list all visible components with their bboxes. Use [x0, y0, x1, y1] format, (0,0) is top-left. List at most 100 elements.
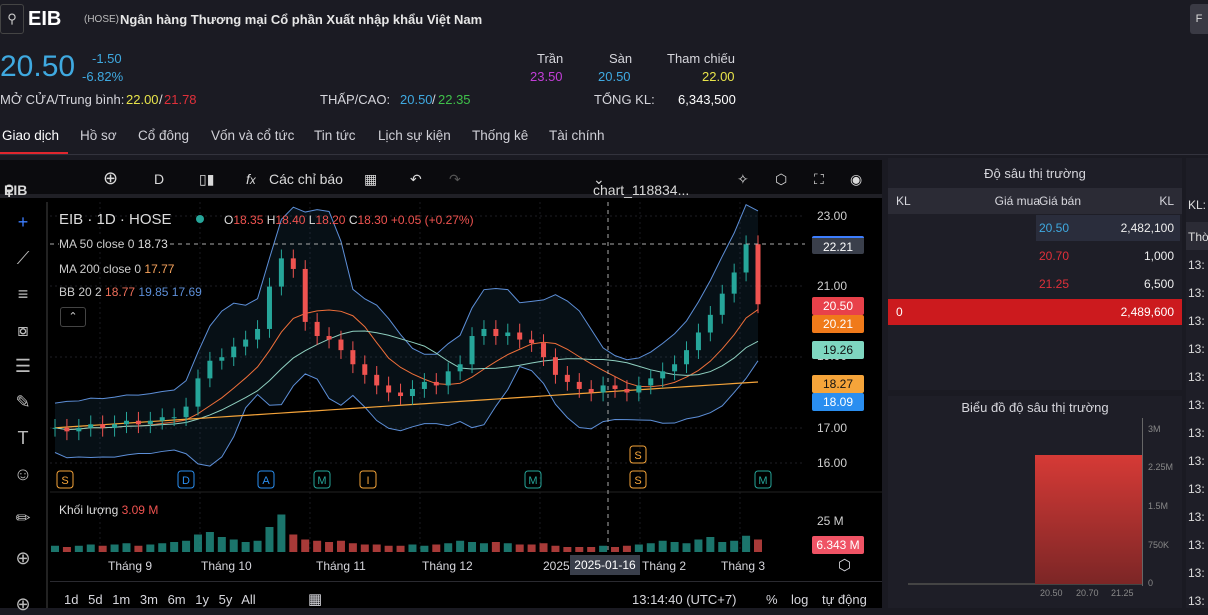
candle	[171, 417, 177, 419]
depth-total-row: 0 2,489,600	[888, 299, 1182, 325]
volume-bar	[670, 542, 679, 552]
candle	[398, 392, 404, 397]
floor-price: 20.50	[598, 69, 631, 84]
col-ask-price: Giá bán	[1039, 194, 1082, 208]
volume-bar	[634, 544, 643, 552]
volume-bar	[360, 544, 369, 552]
ceiling-price: 23.50	[530, 69, 563, 84]
ref-price: 22.00	[702, 69, 735, 84]
candle	[743, 244, 749, 273]
log-toggle[interactable]: log	[791, 592, 808, 607]
depth-title: Độ sâu thị trường	[984, 166, 1086, 181]
collapse-legend-button[interactable]: ⌃	[60, 307, 86, 327]
range-1y[interactable]: 1y	[195, 592, 209, 607]
ask-vol: 6,500	[1143, 277, 1174, 291]
candle	[505, 332, 511, 337]
volume-bar	[122, 543, 131, 552]
depth-row: 20.50 2,482,100	[888, 215, 1182, 241]
candle	[457, 364, 463, 372]
candle	[695, 332, 701, 351]
trade-log-time: 13:	[1188, 286, 1205, 300]
corner-button[interactable]: F	[1190, 4, 1208, 34]
candle	[338, 339, 344, 351]
depth-y-tick: 0	[1148, 578, 1154, 588]
event-marker-label: S	[634, 475, 641, 487]
volume-bar	[62, 547, 71, 552]
trade-log-kl: KL:	[1188, 198, 1207, 212]
volume-last-label: 6.343 M	[812, 536, 864, 554]
search-button[interactable]: ⚲	[0, 4, 24, 34]
high-price: 22.35	[438, 92, 471, 107]
total-vol: 6,343,500	[678, 92, 736, 107]
ask-price: 20.70	[1039, 249, 1070, 263]
event-marker-label: D	[182, 475, 190, 487]
axis-settings-icon[interactable]: ⬡	[838, 556, 851, 574]
candle	[231, 346, 237, 358]
candle	[314, 321, 320, 337]
tab-thong-ke[interactable]: Thống kê	[472, 128, 528, 143]
volume-bar	[229, 539, 238, 552]
range-5y[interactable]: 5y	[219, 592, 233, 607]
volume-bar	[599, 545, 608, 552]
candle	[648, 378, 654, 386]
candle	[672, 364, 678, 372]
time-tick: Tháng 10	[201, 559, 252, 573]
tab-von-co-tuc[interactable]: Vốn và cổ tức	[211, 128, 294, 143]
candle	[433, 381, 439, 386]
volume-bar	[253, 540, 262, 552]
range-5d[interactable]: 5d	[88, 592, 102, 607]
ma50-legend[interactable]: MA 50 close 0 18.73	[59, 237, 168, 251]
trade-log-header: Thờ	[1188, 230, 1208, 244]
bb-legend[interactable]: BB 20 2 18.77 19.85 17.69	[59, 285, 202, 299]
range-6m[interactable]: 6m	[168, 592, 186, 607]
tab-tin-tuc[interactable]: Tin tức	[314, 128, 356, 143]
ask-depth-bar	[1035, 455, 1142, 584]
open-avg-label: MỞ CỬA/Trung bình:	[0, 92, 125, 107]
depth-y-tick: 2.25M	[1148, 462, 1174, 472]
floor-label: Sàn	[609, 51, 633, 66]
ask-price: 21.25	[1039, 277, 1070, 291]
trade-log-time: 13:	[1188, 258, 1205, 272]
volume-bar	[98, 545, 107, 552]
volume-bar	[289, 534, 298, 552]
depth-y-tick: 750K	[1148, 540, 1170, 550]
tab-lich-su-kien[interactable]: Lịch sự kiện	[378, 128, 451, 143]
auto-toggle[interactable]: tự động	[822, 592, 867, 607]
tab-giao-dich[interactable]: Giao dịch	[2, 128, 59, 143]
trade-log-panel: KL: Thờ 13: 13: 13: 13: 13: 13: 13: 13: 13: 13: 13…	[1186, 158, 1208, 608]
depth-chart-panel: Biểu đồ độ sâu thị trường 3M 2.25M 1.5M …	[888, 396, 1182, 608]
goto-date-icon[interactable]: ▦	[308, 590, 322, 608]
trade-log-time: 13:	[1188, 342, 1205, 356]
ask-vol: 1,000	[1143, 249, 1174, 263]
volume-bar	[587, 547, 596, 552]
range-3m[interactable]: 3m	[140, 592, 158, 607]
candle	[541, 343, 547, 358]
volume-bar	[563, 547, 572, 552]
tab-ho-so[interactable]: Hồ sơ	[80, 128, 117, 143]
candle	[112, 424, 118, 428]
candle	[576, 381, 582, 389]
range-all[interactable]: All	[241, 592, 255, 607]
volume-bar	[575, 547, 584, 552]
candle	[517, 332, 523, 340]
percent-toggle[interactable]: %	[766, 592, 778, 607]
range-1m[interactable]: 1m	[112, 592, 130, 607]
range-1d[interactable]: 1d	[64, 592, 78, 607]
volume-bar	[396, 545, 405, 552]
price-tick: 17.00	[817, 421, 848, 435]
trade-log-time: 13:	[1188, 566, 1205, 580]
candle	[219, 357, 225, 361]
candle	[195, 378, 201, 407]
crosshair-price-label: 22.21	[812, 236, 864, 254]
ma200-price-label: 18.27	[812, 375, 864, 393]
market-depth-panel: Độ sâu thị trường KL Giá mua Giá bán KL …	[888, 158, 1182, 390]
total-ask: 2,489,600	[1120, 305, 1174, 319]
candle	[255, 328, 261, 340]
tab-co-dong[interactable]: Cổ đông	[138, 128, 189, 143]
tab-tai-chinh[interactable]: Tài chính	[549, 128, 605, 143]
chart-legend-title: EIB · 1D · HOSE	[59, 211, 172, 228]
trade-log-time: 13:	[1188, 594, 1205, 608]
ma200-legend[interactable]: MA 200 close 0 17.77	[59, 262, 174, 276]
price-chart-panel: ⚲ EIB ⊕ D ▯▮ fx Các chỉ báo ▦ ↶ ↷ chart_…	[0, 160, 882, 614]
depth-y-tick: 3M	[1148, 424, 1161, 434]
